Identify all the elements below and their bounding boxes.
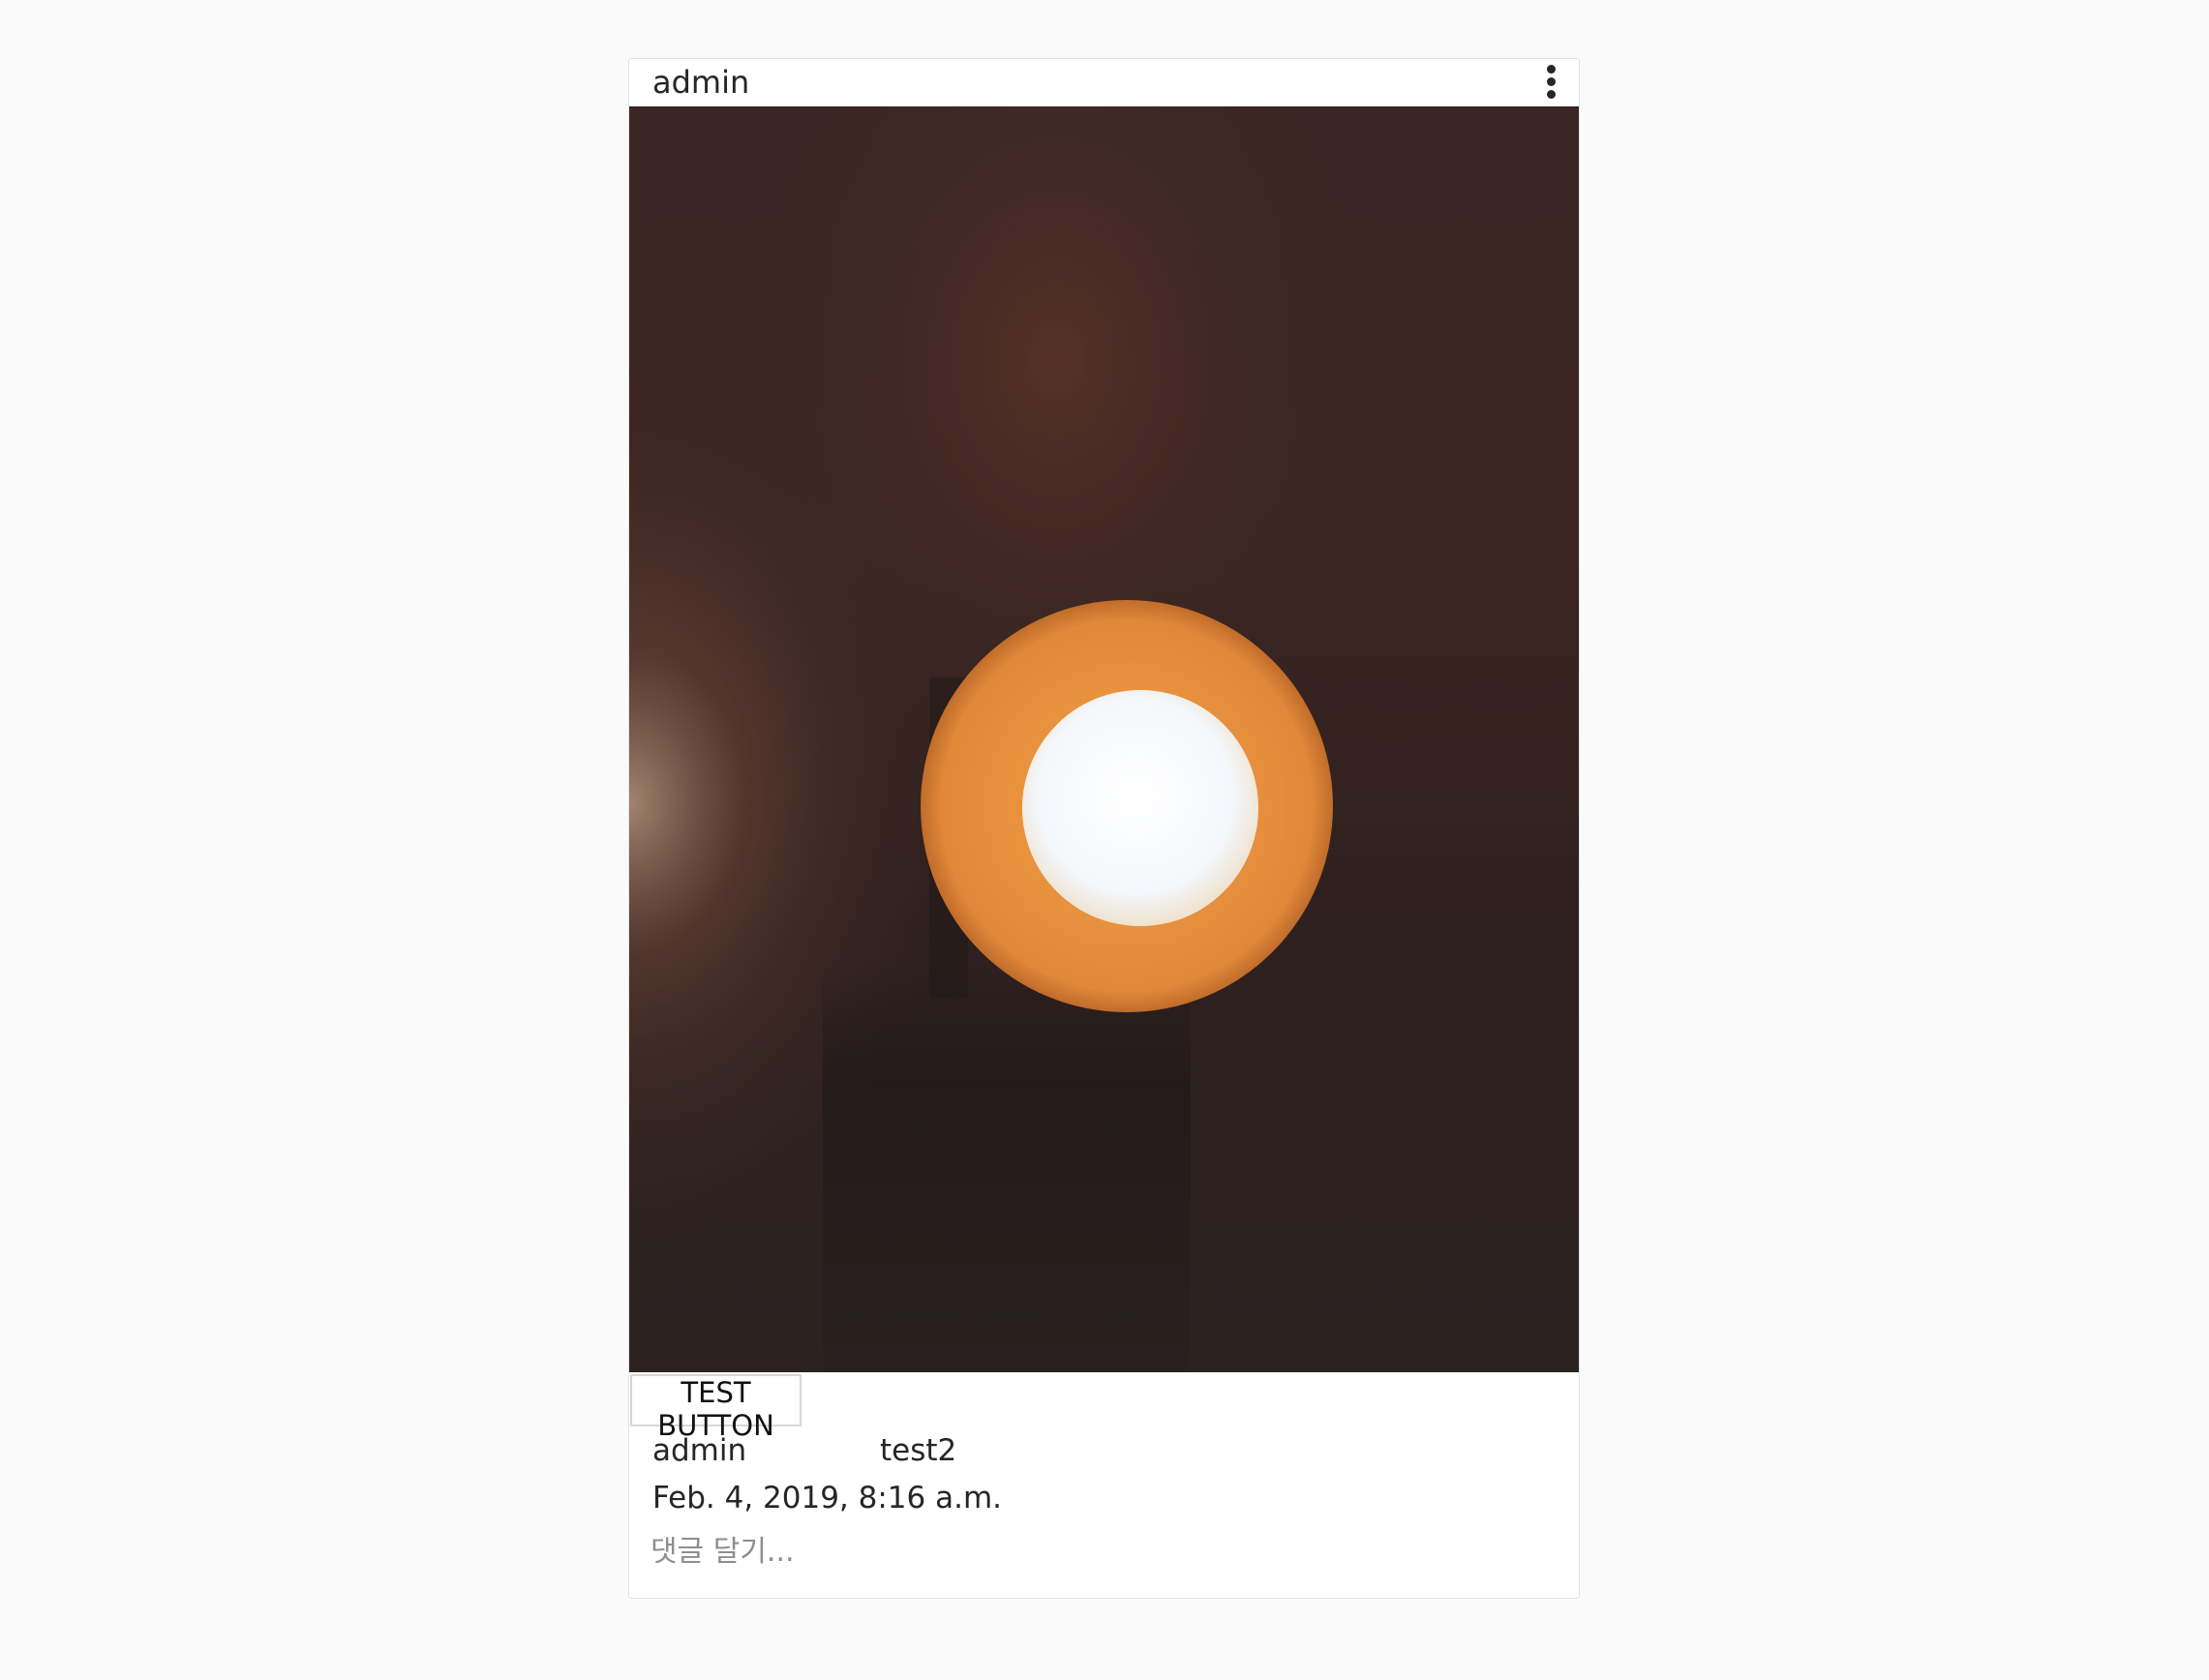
post-username[interactable]: admin	[652, 63, 749, 102]
comment-input[interactable]	[651, 1527, 1522, 1575]
post-header: admin	[629, 59, 1579, 106]
more-options-icon[interactable]	[1544, 65, 1559, 100]
post-photo	[629, 106, 1579, 1372]
test-button[interactable]: TEST BUTTON	[630, 1374, 802, 1442]
post-card: admin TEST BUTTON admin test2 Feb. 4, 20…	[628, 58, 1580, 1599]
post-timestamp: Feb. 4, 2019, 8:16 a.m.	[652, 1481, 1002, 1515]
comment-text: test2	[880, 1433, 957, 1468]
comment-author[interactable]: admin	[652, 1429, 746, 1472]
latte-photo-image	[629, 106, 1579, 1372]
